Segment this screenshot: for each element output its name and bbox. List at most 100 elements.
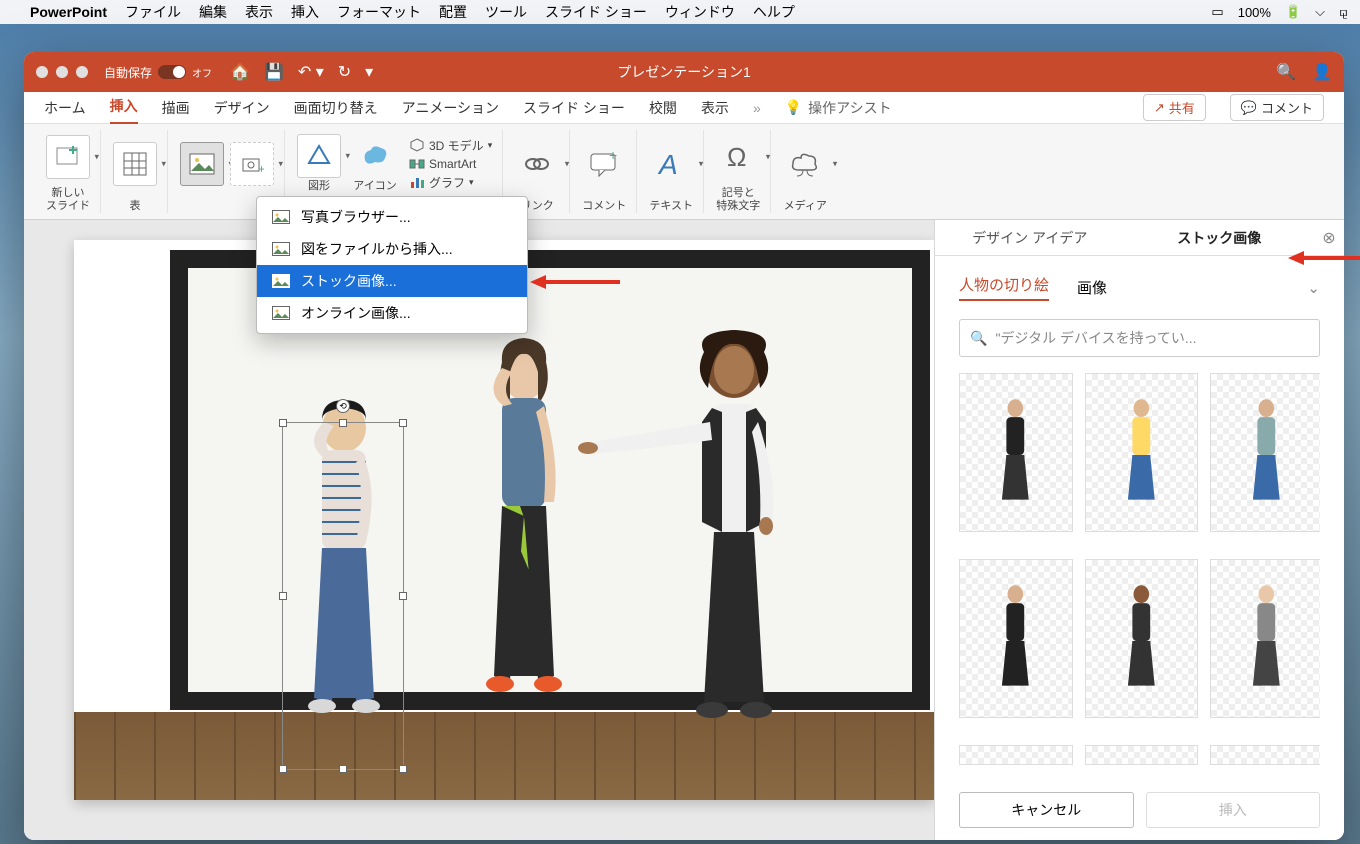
qat-more-icon[interactable]: ▾ <box>365 62 373 82</box>
window-titlebar: 自動保存 オフ 🏠 💾 ↶ ▾ ↻ ▾ プレゼンテーション1 🔍 👤 <box>24 52 1344 92</box>
shapes-button[interactable]: ▾ <box>297 134 341 178</box>
redo-icon[interactable]: ↻ <box>338 62 351 82</box>
document-title: プレゼンテーション1 <box>617 62 751 82</box>
stock-grid <box>959 373 1320 780</box>
panel-tab-stock-images[interactable]: ストック画像 <box>1125 220 1315 255</box>
category-cutout[interactable]: 人物の切り絵 <box>959 274 1049 301</box>
menu-file[interactable]: ファイル <box>125 2 181 22</box>
person-middle[interactable] <box>444 332 604 762</box>
battery-icon: 🔋 <box>1285 4 1301 20</box>
tab-insert[interactable]: 挿入 <box>110 90 138 125</box>
app-name[interactable]: PowerPoint <box>30 4 107 20</box>
stock-thumb-8[interactable] <box>959 745 1073 765</box>
insert-button[interactable]: 挿入 <box>1146 792 1321 828</box>
menu-insert[interactable]: 挿入 <box>291 2 319 22</box>
icons-button[interactable] <box>353 134 397 178</box>
group-comment: +コメント <box>572 130 637 213</box>
menu-window[interactable]: ウィンドウ <box>665 2 735 22</box>
svg-text:+: + <box>609 150 617 163</box>
undo-icon[interactable]: ↶ ▾ <box>298 62 324 82</box>
group-text: A▾テキスト <box>639 130 704 213</box>
new-slide-button[interactable]: ▾ <box>46 135 90 179</box>
smartart-button[interactable]: SmartArt <box>409 156 492 172</box>
menu-view[interactable]: 表示 <box>245 2 273 22</box>
menu-tools[interactable]: ツール <box>485 2 527 22</box>
stock-thumb-10[interactable] <box>1210 745 1320 765</box>
insert-comment-button[interactable]: + <box>582 142 626 186</box>
quick-access-toolbar: 🏠 💾 ↶ ▾ ↻ ▾ <box>230 62 373 82</box>
chart-button[interactable]: グラフ ▾ <box>409 174 492 191</box>
menu-help[interactable]: ヘルプ <box>753 2 795 22</box>
display-icon[interactable]: ▭ <box>1211 4 1223 20</box>
stock-thumb-4[interactable] <box>959 559 1073 718</box>
stock-thumb-5[interactable] <box>1085 559 1199 718</box>
table-label: 表 <box>130 200 141 213</box>
ribbon-tabs: ホーム 挿入 描画 デザイン 画面切り替え アニメーション スライド ショー 校… <box>24 92 1344 124</box>
autosave-state: オフ <box>192 65 212 80</box>
tab-view[interactable]: 表示 <box>701 92 729 124</box>
stock-thumb-6[interactable] <box>1210 559 1320 718</box>
annotation-arrow-1 <box>530 272 620 292</box>
tab-animations[interactable]: アニメーション <box>402 92 499 124</box>
more-tabs-icon[interactable]: » <box>753 100 761 116</box>
tell-me[interactable]: 💡 操作アシスト <box>785 98 892 118</box>
autosave-toggle[interactable] <box>158 65 186 79</box>
link-button[interactable]: ▾ <box>515 142 559 186</box>
home-icon[interactable]: 🏠 <box>230 62 250 82</box>
selection-handles[interactable]: ⟲ <box>282 422 404 770</box>
panel-tab-design-ideas[interactable]: デザイン アイデア <box>935 220 1125 255</box>
category-image[interactable]: 画像 <box>1077 277 1107 298</box>
picture-icon <box>271 241 291 257</box>
picture-menu-label: ストック画像... <box>301 271 397 291</box>
picture-menu-item-2[interactable]: ストック画像... <box>257 265 527 297</box>
autosave[interactable]: 自動保存 オフ <box>104 64 212 81</box>
picture-menu-item-0[interactable]: 写真ブラウザー... <box>257 201 527 233</box>
search-placeholder: "デジタル デバイスを持ってい... <box>995 328 1309 348</box>
wifi-icon[interactable]: ⌵ <box>1315 4 1325 20</box>
share-button[interactable]: ↗共有 <box>1143 94 1206 121</box>
tab-review[interactable]: 校閲 <box>649 92 677 124</box>
bluetooth-icon[interactable]: ⚼ <box>1339 4 1348 20</box>
search-icon: 🔍 <box>970 330 987 347</box>
3d-model-button[interactable]: 3D モデル ▾ <box>409 137 492 154</box>
picture-menu-item-1[interactable]: 図をファイルから挿入... <box>257 233 527 265</box>
table-button[interactable]: ▾ <box>113 142 157 186</box>
stock-thumb-1[interactable] <box>1085 373 1199 532</box>
menu-slideshow[interactable]: スライド ショー <box>545 2 647 22</box>
battery-text: 100% <box>1238 5 1271 20</box>
svg-text:A: A <box>657 149 678 180</box>
search-icon[interactable]: 🔍 <box>1276 62 1296 82</box>
text-button[interactable]: A▾ <box>649 142 693 186</box>
stock-thumb-2[interactable] <box>1210 373 1320 532</box>
screenshot-button[interactable]: +▾ <box>230 142 274 186</box>
symbol-button[interactable]: Ω▾ <box>716 135 760 179</box>
macos-menubar: PowerPoint ファイル 編集 表示 挿入 フォーマット 配置 ツール ス… <box>0 0 1360 24</box>
share-icon: ↗ <box>1154 100 1165 116</box>
stock-thumb-0[interactable] <box>959 373 1073 532</box>
media-button[interactable]: ▾ <box>783 142 827 186</box>
stock-thumb-9[interactable] <box>1085 745 1199 765</box>
menu-arrange[interactable]: 配置 <box>439 2 467 22</box>
svg-text:Ω: Ω <box>727 142 746 172</box>
annotation-arrow-2 <box>1288 248 1360 268</box>
menu-edit[interactable]: 編集 <box>199 2 227 22</box>
tab-home[interactable]: ホーム <box>44 92 86 124</box>
chevron-down-icon[interactable]: ⌄ <box>1307 279 1320 297</box>
save-icon[interactable]: 💾 <box>264 62 284 82</box>
new-slide-label: 新しい スライド <box>46 187 90 213</box>
account-icon[interactable]: 👤 <box>1312 62 1332 82</box>
picture-menu-item-3[interactable]: オンライン画像... <box>257 297 527 329</box>
cancel-button[interactable]: キャンセル <box>959 792 1134 828</box>
group-new-slide: ▾ 新しい スライド <box>36 130 101 213</box>
tab-design[interactable]: デザイン <box>214 92 270 124</box>
tab-draw[interactable]: 描画 <box>162 92 190 124</box>
traffic-lights[interactable] <box>36 66 88 78</box>
comment-button[interactable]: 💬コメント <box>1230 94 1324 121</box>
menu-format[interactable]: フォーマット <box>337 2 421 22</box>
rotate-handle[interactable]: ⟲ <box>336 399 350 413</box>
stock-search-input[interactable]: 🔍 "デジタル デバイスを持ってい... <box>959 319 1320 357</box>
tab-transitions[interactable]: 画面切り替え <box>294 92 378 124</box>
pictures-dropdown: 写真ブラウザー...図をファイルから挿入... ストック画像... オンライン画像.… <box>256 196 528 334</box>
pictures-button[interactable]: ▾ <box>180 142 224 186</box>
tab-slideshow[interactable]: スライド ショー <box>523 92 625 124</box>
